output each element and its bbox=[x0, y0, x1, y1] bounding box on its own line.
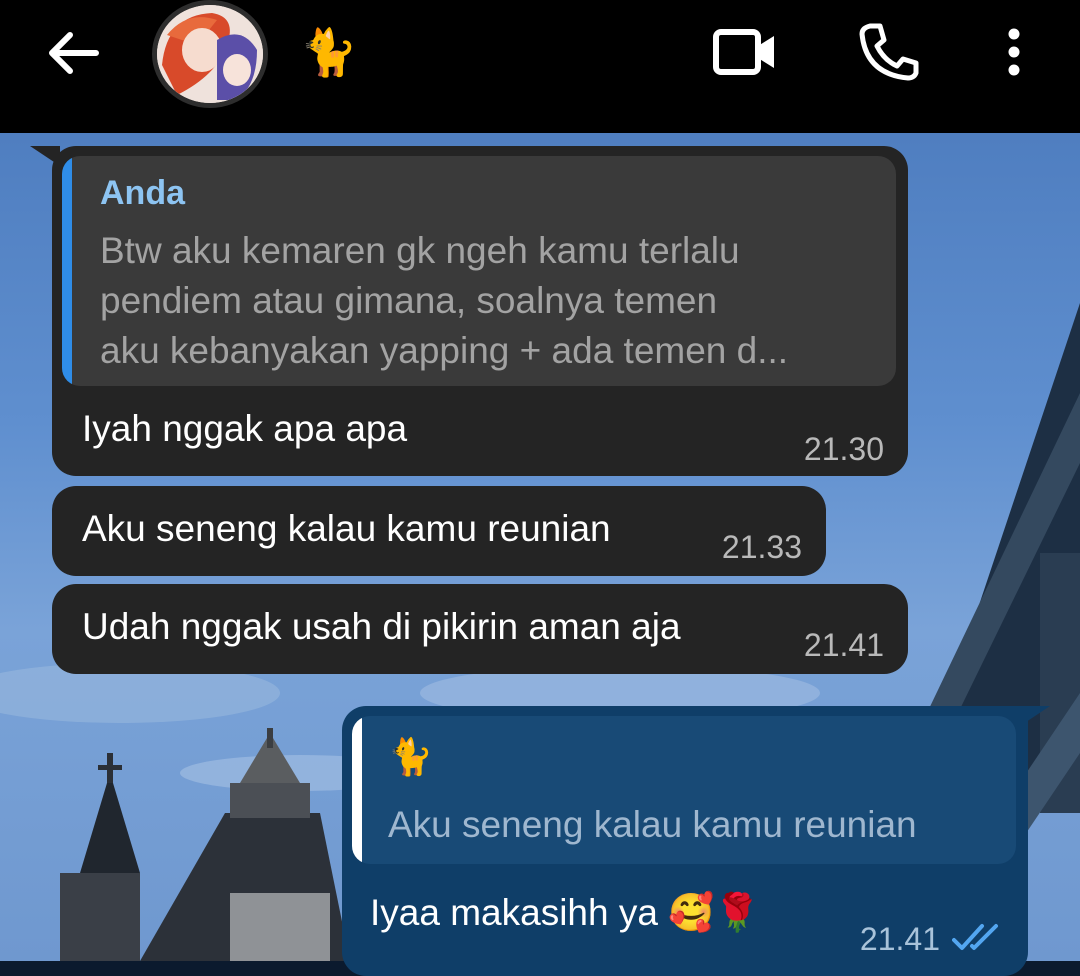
quote-line: Btw aku kemaren gk ngeh kamu terlalu bbox=[100, 230, 740, 271]
message-time: 21.41 bbox=[803, 627, 884, 663]
quoted-message[interactable]: 🐈 Aku seneng kalau kamu reunian bbox=[352, 716, 1016, 864]
message-time: 21.33 bbox=[721, 529, 802, 565]
avatar-image bbox=[157, 5, 263, 103]
video-camera-icon bbox=[713, 29, 774, 75]
double-check-icon bbox=[952, 924, 998, 950]
quote-sender: 🐈 bbox=[388, 736, 433, 777]
quoted-message[interactable]: Anda Btw aku kemaren gk ngeh kamu terlal… bbox=[62, 156, 896, 386]
message-text: Iyah nggak apa apa bbox=[82, 408, 408, 449]
message-text: Udah nggak usah di pikirin aman aja bbox=[82, 606, 681, 647]
phone-icon bbox=[859, 23, 919, 81]
arrow-left-icon bbox=[49, 32, 99, 74]
contact-name[interactable]: 🐈 bbox=[300, 22, 357, 82]
message-bubble-incoming[interactable]: Aku seneng kalau kamu reunian 21.33 bbox=[52, 486, 826, 576]
voice-call-button[interactable] bbox=[852, 20, 924, 84]
quote-accent-bar bbox=[62, 156, 72, 386]
message-bubble-incoming[interactable]: Udah nggak usah di pikirin aman aja 21.4… bbox=[52, 584, 908, 674]
quote-line: aku kebanyakan yapping + ada temen d... bbox=[100, 330, 789, 371]
message-text: Iyaa makasihh ya 🥰🌹 bbox=[370, 892, 761, 933]
bubble-tail bbox=[30, 146, 60, 166]
more-options-button[interactable] bbox=[994, 22, 1034, 82]
video-call-button[interactable] bbox=[708, 22, 780, 82]
more-vertical-icon bbox=[1008, 28, 1020, 76]
back-button[interactable] bbox=[40, 25, 104, 81]
quote-line: pendiem atau gimana, soalnya temen bbox=[100, 280, 718, 321]
quote-sender: Anda bbox=[100, 174, 185, 212]
contact-avatar[interactable] bbox=[152, 0, 268, 108]
message-bubble-incoming[interactable]: Anda Btw aku kemaren gk ngeh kamu terlal… bbox=[30, 146, 908, 476]
quote-line: Aku seneng kalau kamu reunian bbox=[388, 804, 917, 845]
message-time: 21.30 bbox=[803, 431, 884, 467]
chat-header: 🐈 bbox=[0, 0, 1080, 133]
message-text: Aku seneng kalau kamu reunian bbox=[82, 508, 611, 549]
quote-accent-bar bbox=[352, 716, 362, 864]
message-time: 21.41 bbox=[859, 921, 940, 957]
message-bubble-outgoing[interactable]: 🐈 Aku seneng kalau kamu reunian Iyaa mak… bbox=[342, 706, 1050, 976]
bubble-tail bbox=[1020, 706, 1050, 726]
